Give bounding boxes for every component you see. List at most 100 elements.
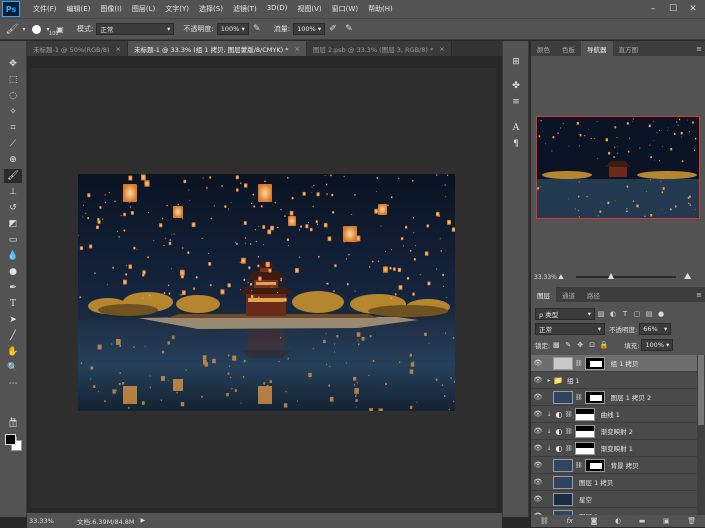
- layer-name[interactable]: 渐变映射 1: [601, 443, 633, 453]
- layer-mask-thumb[interactable]: [584, 458, 605, 472]
- visibility-eye-icon[interactable]: 👁: [531, 427, 545, 435]
- filter-shape-icon[interactable]: ▢: [631, 306, 643, 322]
- layer-name[interactable]: 图层 1 拷贝 2: [611, 392, 651, 402]
- layer-row[interactable]: 👁 ↓ ◐ ⛓ 渐变映射 2: [531, 423, 697, 440]
- path-select-tool-icon[interactable]: ➤: [4, 313, 22, 327]
- lock-all-icon[interactable]: 🔒: [598, 337, 610, 353]
- move-tool-icon[interactable]: ✥: [4, 57, 22, 71]
- delete-layer-icon[interactable]: 🗑: [687, 517, 696, 525]
- document-tab[interactable]: 未标题-1 @ 50%(RGB/8) ×: [27, 41, 128, 56]
- new-layer-icon[interactable]: ▣: [663, 517, 670, 525]
- layer-mask-thumb[interactable]: [584, 356, 605, 370]
- layer-row[interactable]: 👁 ⛓ 背景 拷贝: [531, 457, 697, 474]
- layer-name[interactable]: 渐变映射 2: [601, 426, 633, 436]
- line-tool-icon[interactable]: ╱: [4, 329, 22, 343]
- hand-tool-icon[interactable]: ✋: [4, 345, 22, 359]
- adjustments-icon[interactable]: ≡: [508, 95, 524, 109]
- menu-item[interactable]: 窗口(W): [327, 4, 363, 14]
- layer-opacity-input[interactable]: 66% ▾: [639, 323, 672, 335]
- link-icon[interactable]: ⛓: [565, 411, 573, 418]
- dodge-tool-icon[interactable]: ●: [4, 265, 22, 279]
- visibility-eye-icon[interactable]: 👁: [531, 478, 545, 486]
- history-brush-tool-icon[interactable]: ↺: [4, 201, 22, 215]
- pressure-opacity-icon[interactable]: ✎: [249, 21, 265, 37]
- foreground-color-swatch[interactable]: [5, 434, 16, 445]
- type-tool-icon[interactable]: T: [4, 297, 22, 311]
- layer-name[interactable]: 组 1 拷贝: [611, 358, 639, 368]
- visibility-eye-icon[interactable]: 👁: [531, 444, 545, 452]
- layer-name[interactable]: 曲线 1: [601, 409, 620, 419]
- brush-tool-icon[interactable]: 🖌: [4, 21, 20, 37]
- minimize-icon[interactable]: –: [643, 0, 663, 18]
- panel-menu-icon[interactable]: ≡: [696, 291, 702, 299]
- lock-image-icon[interactable]: ✎: [562, 337, 574, 353]
- layer-thumbnail[interactable]: [553, 356, 573, 370]
- crop-tool-icon[interactable]: ⌗: [4, 121, 22, 135]
- menu-item[interactable]: 图层(L): [127, 4, 160, 14]
- menu-item[interactable]: 文字(Y): [160, 4, 194, 14]
- lock-artboard-icon[interactable]: ⊡: [586, 337, 598, 353]
- link-icon[interactable]: ⛓: [575, 394, 583, 401]
- layer-thumbnail[interactable]: [553, 492, 573, 506]
- navigator-zoom-value[interactable]: 33.33%: [534, 274, 558, 281]
- zoom-in-icon[interactable]: ⛰: [684, 272, 692, 282]
- menu-item[interactable]: 图像(I): [95, 4, 127, 14]
- layers-scrollbar[interactable]: [697, 355, 705, 515]
- panel-tab[interactable]: 颜色: [531, 41, 556, 56]
- layer-row[interactable]: 👁 ⛓ 图层 1 拷贝 2: [531, 389, 697, 406]
- filter-adjust-icon[interactable]: ◐: [607, 306, 619, 322]
- layer-row[interactable]: 👁 ⛓ 组 1 拷贝: [531, 355, 697, 372]
- new-group-icon[interactable]: ▬: [639, 517, 646, 525]
- visibility-eye-icon[interactable]: 👁: [531, 359, 545, 367]
- link-icon[interactable]: ⛓: [565, 445, 573, 452]
- paragraph-panel-icon[interactable]: ¶: [508, 137, 524, 151]
- layer-style-icon[interactable]: fx: [566, 517, 573, 525]
- quick-mask-icon[interactable]: ◫: [4, 417, 22, 431]
- layer-row[interactable]: 👁 ↓ ◐ ⛓ 曲线 1: [531, 406, 697, 423]
- link-layers-icon[interactable]: ⛓: [540, 517, 549, 525]
- layer-name[interactable]: 背景 拷贝: [611, 460, 639, 470]
- zoom-out-icon[interactable]: ⛰: [558, 273, 564, 282]
- menu-item[interactable]: 文件(F): [28, 4, 62, 14]
- expand-arrow-icon[interactable]: ▸: [545, 377, 553, 384]
- blend-mode-select[interactable]: 正常 ▾: [535, 323, 605, 335]
- new-adjustment-icon[interactable]: ◐: [615, 517, 621, 525]
- layer-name[interactable]: 星空: [579, 494, 592, 504]
- menu-item[interactable]: 选择(S): [194, 4, 228, 14]
- close-tab-icon[interactable]: ×: [294, 45, 299, 53]
- blur-tool-icon[interactable]: 💧: [4, 249, 22, 263]
- layer-filter-select[interactable]: ρ 类型 ▾: [535, 308, 595, 320]
- lock-transparent-icon[interactable]: ▩: [550, 337, 562, 353]
- panel-tab[interactable]: 直方图: [613, 41, 645, 56]
- close-tab-icon[interactable]: ×: [115, 45, 120, 53]
- menu-item[interactable]: 滤镜(T): [228, 4, 262, 14]
- document-tab[interactable]: 图层 2.psb @ 33.3% (图层 3, RGB/8) * ×: [306, 41, 452, 56]
- visibility-eye-icon[interactable]: 👁: [531, 461, 545, 469]
- layer-row[interactable]: 👁 ↓ ◐ ⛓ 渐变映射 1: [531, 440, 697, 457]
- chevron-right-icon[interactable]: ▶: [141, 517, 146, 524]
- pressure-size-icon[interactable]: ✎: [341, 21, 357, 37]
- brush-presets-icon[interactable]: ✤: [508, 79, 524, 93]
- quick-select-tool-icon[interactable]: ✧: [4, 105, 22, 119]
- document-image[interactable]: [78, 174, 455, 411]
- add-mask-icon[interactable]: ◙: [591, 517, 598, 525]
- close-tab-icon[interactable]: ×: [439, 45, 444, 53]
- airbrush-icon[interactable]: ✐: [325, 21, 341, 37]
- close-icon[interactable]: ✕: [683, 0, 703, 18]
- menu-item[interactable]: 3D(D): [262, 4, 293, 14]
- layer-row[interactable]: 👁 星空: [531, 491, 697, 508]
- menu-item[interactable]: 视图(V): [292, 4, 326, 14]
- layer-row[interactable]: 👁图层 1: [531, 508, 697, 515]
- visibility-eye-icon[interactable]: 👁: [531, 410, 545, 418]
- visibility-eye-icon[interactable]: 👁: [531, 495, 545, 503]
- panel-tab[interactable]: 通道: [556, 287, 581, 302]
- layer-mask-thumb[interactable]: [574, 441, 595, 455]
- character-panel-icon[interactable]: A: [508, 121, 524, 135]
- link-icon[interactable]: ⛓: [575, 462, 583, 469]
- layer-row[interactable]: 👁 ▸ 📁 组 1: [531, 372, 697, 389]
- healing-tool-icon[interactable]: ⊕: [4, 153, 22, 167]
- layer-mask-thumb[interactable]: [584, 390, 605, 404]
- marquee-tool-icon[interactable]: ⬚: [4, 73, 22, 87]
- panel-tab[interactable]: 导航器: [581, 41, 613, 56]
- pen-tool-icon[interactable]: ✒: [4, 281, 22, 295]
